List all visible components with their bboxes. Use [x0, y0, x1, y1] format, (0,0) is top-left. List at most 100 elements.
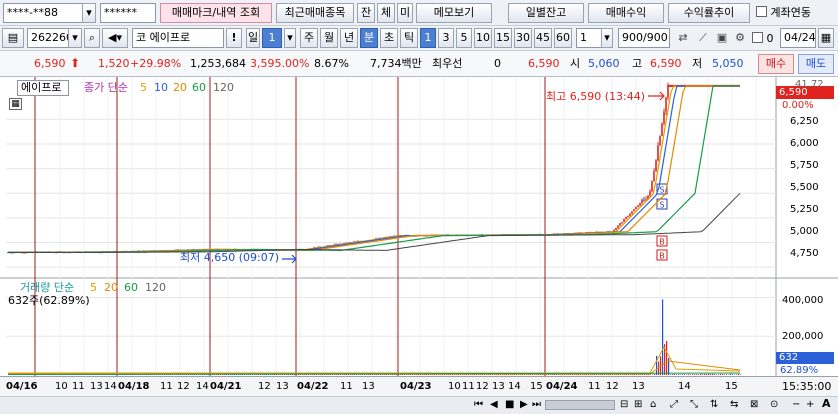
unfilled-button[interactable]: 미 [397, 3, 413, 23]
unit-dropdown[interactable]: ▾ [601, 28, 613, 48]
password-field[interactable]: ****** [100, 3, 156, 23]
interval-15[interactable]: 15 [494, 28, 512, 48]
period-day-count[interactable]: 1 [262, 28, 282, 48]
data-table-icon[interactable]: ▦ [9, 98, 22, 110]
zoom-in-icon[interactable]: ⊞ [634, 398, 642, 412]
interval-5[interactable]: 5 [456, 28, 472, 48]
candle-body [655, 160, 657, 172]
period-second[interactable]: 초 [380, 28, 398, 48]
volume-bar [688, 374, 690, 375]
volume-bar [706, 373, 708, 375]
daily-balance-button[interactable]: 일별잔고 [508, 3, 584, 23]
scroll-thumb[interactable] [545, 400, 615, 410]
period-month[interactable]: 월 [320, 28, 338, 48]
interval-30[interactable]: 30 [514, 28, 532, 48]
interval-45[interactable]: 45 [534, 28, 552, 48]
stock-name: 에이프로 [149, 31, 191, 44]
ma10-label: 10 [154, 81, 168, 94]
font-minus-button[interactable]: − [792, 398, 800, 412]
scroll-stop-icon[interactable]: ■ [505, 398, 514, 412]
chart-tool-icon-2[interactable]: ⤢ [670, 398, 678, 412]
menu-icon[interactable]: ▤ [2, 28, 24, 48]
volume-bar [502, 374, 504, 375]
price-chart[interactable]: SS BB [0, 77, 838, 376]
time-label: 11 [588, 381, 601, 392]
scroll-next-icon[interactable]: ▶ [520, 398, 528, 412]
line-tool-icon[interactable]: ⇄ [674, 28, 692, 48]
interval-10[interactable]: 10 [474, 28, 492, 48]
sell-button[interactable]: 매도 [798, 54, 834, 74]
scroll-first-icon[interactable]: ⏮ [474, 398, 483, 412]
account-link-checkbox[interactable]: 계좌연동 [756, 6, 811, 20]
period-tick[interactable]: 틱 [400, 28, 418, 48]
clock-readout: 15:35:00 [782, 380, 832, 393]
time-label: 15 [725, 381, 738, 392]
stock-code-dropdown[interactable]: ▾ [68, 28, 82, 48]
vol-ma60-label: 60 [124, 281, 138, 294]
time-label: 13 [492, 381, 505, 392]
sound-icon[interactable]: ◀▾ [102, 28, 128, 48]
font-plus-button[interactable]: + [806, 398, 814, 412]
chart-tool-icon-3[interactable]: ⤡ [690, 398, 698, 412]
candle-body [631, 211, 633, 214]
return-trend-button[interactable]: 수익률추이 [668, 3, 750, 23]
draw-tool-icon[interactable]: ⟋ [694, 28, 712, 48]
calendar-icon[interactable]: ▦ [818, 28, 834, 48]
chart-tool-icon-4[interactable]: ⇅ [710, 398, 718, 412]
stock-name-field[interactable]: 코 에이프로 [132, 28, 224, 48]
buy-button[interactable]: 매수 [758, 54, 794, 74]
chart-stock-name[interactable]: 에이프로 [17, 80, 69, 96]
volume-bar [554, 374, 556, 375]
settings-icon[interactable]: ⚙ [732, 28, 748, 48]
chart-tool-icon-7[interactable]: ⊙ [770, 398, 778, 412]
volume-bar [722, 374, 724, 375]
volume-bar [700, 373, 702, 375]
vol-tick-2: 200,000 [782, 331, 824, 342]
volume-bar [712, 373, 714, 375]
zero-checkbox[interactable]: 0 [752, 32, 774, 46]
top-tag: 41.72 [795, 79, 824, 90]
memo-view-button[interactable]: 메모보기 [416, 3, 492, 23]
balance-button[interactable]: 잔 [357, 3, 375, 23]
period-year[interactable]: 년 [340, 28, 358, 48]
period-minute[interactable]: 분 [360, 28, 378, 48]
count-field[interactable]: 900/900 [618, 28, 670, 48]
trade-profit-button[interactable]: 매매수익 [588, 3, 664, 23]
save-icon[interactable]: ▣ [714, 28, 730, 48]
alert-icon[interactable]: ! [226, 28, 242, 48]
interval-1[interactable]: 1 [420, 28, 436, 48]
scroll-last-icon[interactable]: ⏭ [532, 398, 541, 412]
stock-code-field[interactable]: 262260 [27, 28, 69, 48]
unit-field[interactable]: 1 [576, 28, 602, 48]
chart-tool-icon-5[interactable]: ⇆ [730, 398, 738, 412]
volume-bar [662, 299, 664, 375]
ma60-label: 60 [192, 81, 206, 94]
period-day[interactable]: 일 [246, 28, 260, 48]
chart-tool-icon-1[interactable]: ⌂ [650, 398, 656, 412]
candle-body [627, 215, 629, 218]
period-week[interactable]: 주 [300, 28, 318, 48]
time-label: 12 [177, 381, 190, 392]
volume-bar [732, 374, 734, 375]
chart-tool-icon-6[interactable]: ⊠ [750, 398, 758, 412]
zoom-out-icon[interactable]: ⊟ [620, 398, 628, 412]
scroll-prev-icon[interactable]: ◀ [490, 398, 498, 412]
trade-mark-query-button[interactable]: 매매마크/내역 조회 [160, 3, 272, 23]
filled-button[interactable]: 체 [377, 3, 395, 23]
recent-trades-button[interactable]: 최근매매종목 [276, 3, 354, 23]
date-field[interactable]: 04/24 [780, 28, 816, 48]
search-icon[interactable]: ⌕ [84, 28, 100, 48]
price-legend-label: 종가 단순 [84, 81, 128, 94]
volume-bar [232, 374, 234, 375]
account-dropdown-button[interactable]: ▾ [82, 3, 96, 23]
interval-60[interactable]: 60 [554, 28, 572, 48]
time-label: 15 [530, 381, 543, 392]
interval-3[interactable]: 3 [438, 28, 454, 48]
account-number-field[interactable]: ****-**88 [3, 3, 83, 23]
font-size-icon[interactable]: A [822, 397, 831, 411]
period-dropdown[interactable]: ▾ [284, 28, 296, 48]
volume-bar [652, 374, 654, 375]
time-label: 04/18 [118, 381, 150, 392]
volume-bar [740, 374, 742, 375]
chart-scrollbar[interactable]: ⏮ ◀ ■ ▶ ⏭ ⊟ ⊞ ⌂ ⤢ ⤡ ⇅ ⇆ ⊠ ⊙ − + A [0, 396, 838, 414]
